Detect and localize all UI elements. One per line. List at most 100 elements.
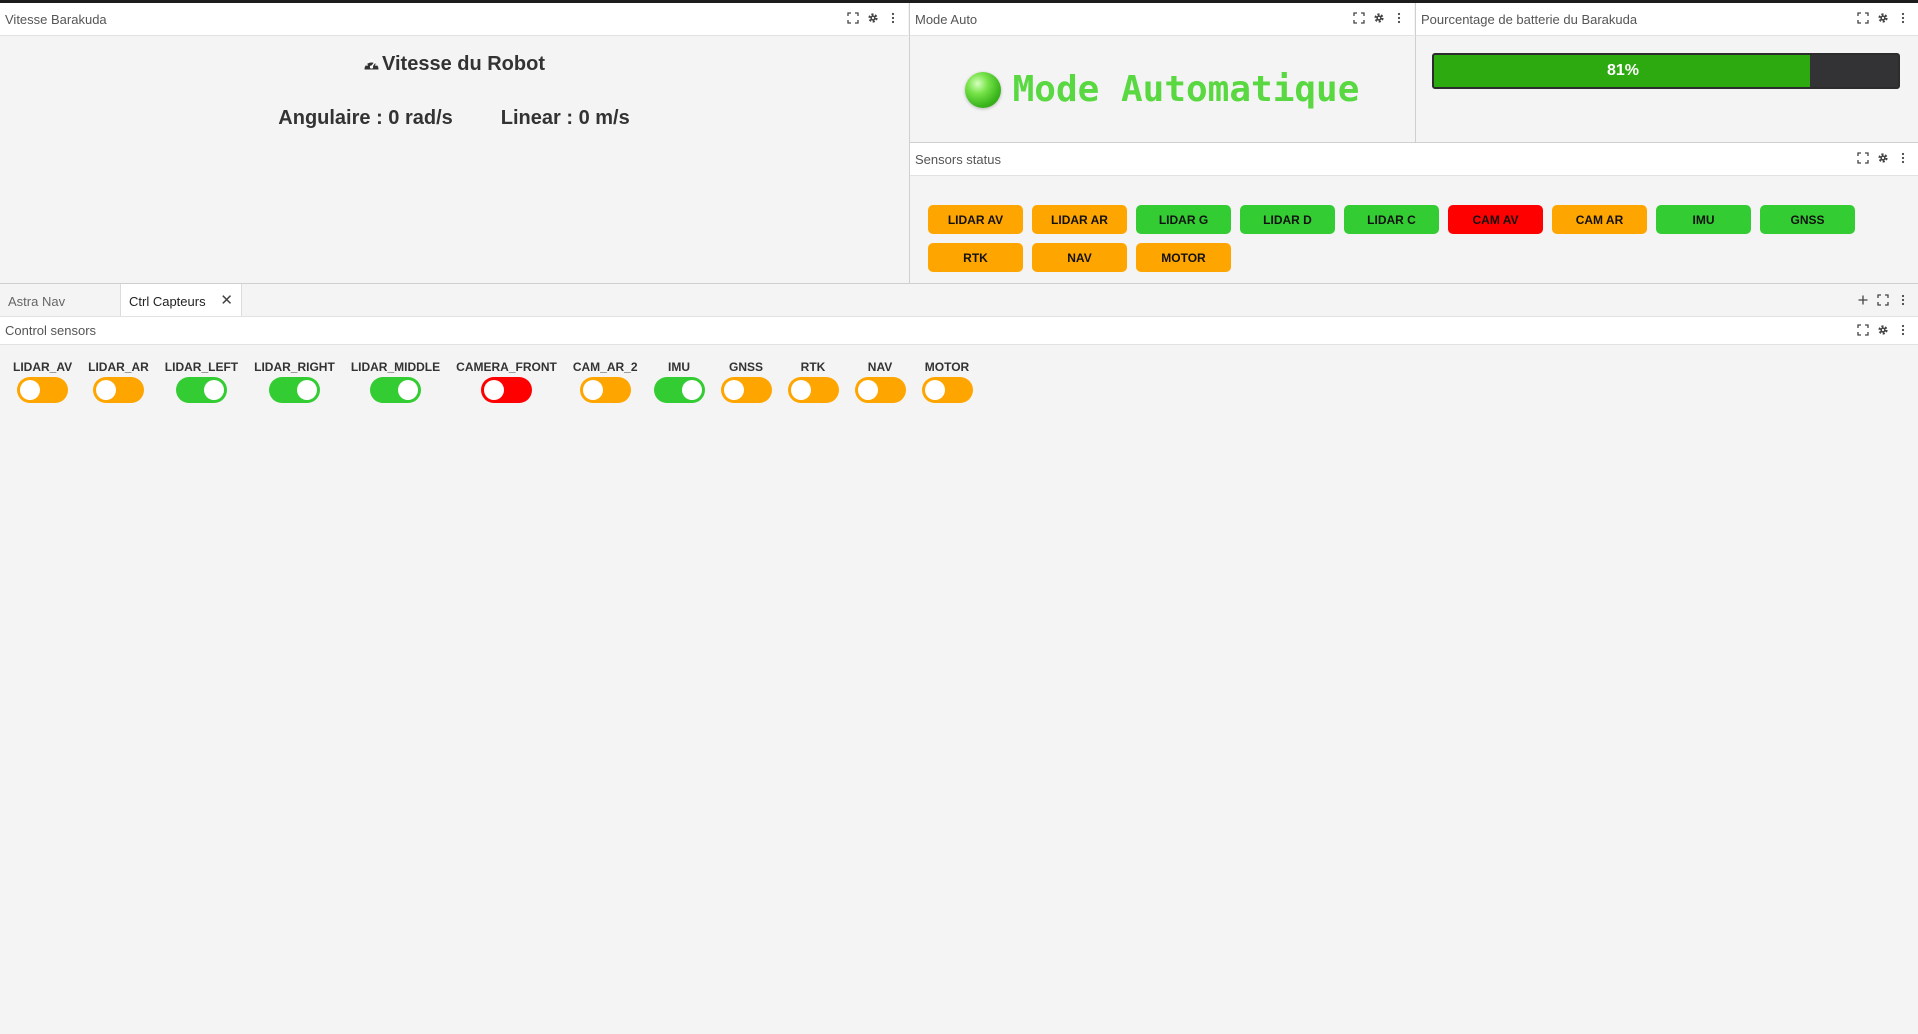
toggle-label: NAV <box>867 360 893 374</box>
fullscreen-icon[interactable] <box>1856 151 1870 165</box>
toggle-switch[interactable] <box>175 377 227 403</box>
toggle-switch[interactable] <box>579 377 631 403</box>
toggle-knob <box>924 380 945 400</box>
toggle-label: IMU <box>668 360 691 374</box>
gear-icon[interactable] <box>1876 151 1890 165</box>
toggle-label: LIDAR_AV <box>13 360 73 374</box>
gear-icon[interactable] <box>1876 11 1890 25</box>
sensor-status-chip: NAV <box>1032 243 1127 272</box>
sensor-toggle: GNSS <box>720 360 772 403</box>
sensor-status-chip: GNSS <box>1760 205 1855 234</box>
toggle-knob <box>296 380 317 400</box>
panel-title: Control sensors <box>5 323 97 338</box>
more-vertical-icon[interactable] <box>1896 293 1910 307</box>
sensor-chip-grid: LIDAR AV LIDAR AR LIDAR G LIDAR D LIDAR C CAM… <box>928 205 1858 272</box>
toggle-label: LIDAR_MIDDLE <box>350 360 441 374</box>
tab-label: Astra Nav <box>8 294 66 309</box>
toggle-knob <box>20 380 41 400</box>
more-vertical-icon[interactable] <box>1896 11 1910 25</box>
toggle-knob <box>681 380 702 400</box>
speed-panel-header: Vitesse Barakuda <box>0 3 908 36</box>
more-vertical-icon[interactable] <box>886 11 900 25</box>
sensor-status-chip: LIDAR AV <box>928 205 1023 234</box>
fullscreen-icon[interactable] <box>846 11 860 25</box>
tab-ctrl-capteurs[interactable]: Ctrl Capteurs ✕ <box>120 284 242 316</box>
toggle-knob <box>857 380 878 400</box>
more-vertical-icon[interactable] <box>1896 151 1910 165</box>
sensor-toggle: IMU <box>653 360 705 403</box>
toggle-knob <box>397 380 418 400</box>
toggle-knob <box>582 380 603 400</box>
control-sensors-header: Control sensors <box>0 317 1918 345</box>
speed-panel: Vitesse Barakuda Vitesse du Robot Angula… <box>0 3 908 283</box>
sensor-toggle: LIDAR_LEFT <box>165 360 238 403</box>
battery-percent: 81% <box>1606 62 1640 79</box>
toggle-knob <box>790 380 811 400</box>
sensors-status-header: Sensors status <box>910 143 1918 176</box>
panel-controls <box>1352 11 1406 25</box>
close-icon[interactable]: ✕ <box>220 293 233 308</box>
toggle-switch[interactable] <box>921 377 973 403</box>
tab-astra-nav[interactable]: Astra Nav <box>0 284 120 316</box>
tab-bar-controls <box>1856 293 1910 307</box>
sensors-status-panel: Sensors status LIDAR AV LIDAR AR LIDAR G LI… <box>910 143 1918 283</box>
speed-heading-text: Vitesse du Robot <box>382 53 545 75</box>
sensor-status-chip: CAM AV <box>1448 205 1543 234</box>
toggle-label: RTK <box>800 360 826 374</box>
sensor-status-chip: LIDAR G <box>1136 205 1231 234</box>
sensor-toggle: LIDAR_RIGHT <box>254 360 335 403</box>
toggle-switch[interactable] <box>92 377 144 403</box>
gear-icon[interactable] <box>866 11 880 25</box>
mode-panel-header: Mode Auto <box>910 3 1414 36</box>
plus-icon[interactable] <box>1856 293 1870 307</box>
toggle-switch[interactable] <box>720 377 772 403</box>
fullscreen-icon[interactable] <box>1856 323 1870 337</box>
battery-panel-header: Pourcentage de batterie du Barakuda <box>1416 3 1918 36</box>
sensor-toggle-row: LIDAR_AV LIDAR_AR LIDAR_LEFT LIDAR_RIGHT LID… <box>13 360 973 403</box>
panel-title: Vitesse Barakuda <box>5 12 107 27</box>
toggle-label: LIDAR_RIGHT <box>254 360 335 374</box>
mode-text: Mode Automatique <box>1012 69 1360 110</box>
toggle-switch[interactable] <box>369 377 421 403</box>
sensor-status-chip: MOTOR <box>1136 243 1231 272</box>
sensor-toggle: LIDAR_MIDDLE <box>351 360 440 403</box>
sensor-status-chip: CAM AR <box>1552 205 1647 234</box>
fullscreen-icon[interactable] <box>1352 11 1366 25</box>
speed-values: Angulaire : 0 rad/s Linear : 0 m/s <box>0 107 908 130</box>
toggle-switch[interactable] <box>854 377 906 403</box>
angular-speed: Angulaire : 0 rad/s <box>278 107 453 129</box>
speed-heading: Vitesse du Robot <box>0 53 908 77</box>
sensor-toggle: MOTOR <box>921 360 973 403</box>
toggle-switch[interactable] <box>480 377 532 403</box>
toggle-switch[interactable] <box>268 377 320 403</box>
toggle-switch[interactable] <box>17 377 69 403</box>
toggle-knob <box>95 380 116 400</box>
toggle-switch[interactable] <box>653 377 705 403</box>
toggle-label: LIDAR_AR <box>88 360 149 374</box>
toggle-label: CAMERA_FRONT <box>456 360 557 374</box>
more-vertical-icon[interactable] <box>1392 11 1406 25</box>
fullscreen-icon[interactable] <box>1856 11 1870 25</box>
sensor-status-chip: LIDAR D <box>1240 205 1335 234</box>
tab-bar: Astra Nav Ctrl Capteurs ✕ <box>0 284 1918 317</box>
toggle-knob <box>203 380 224 400</box>
toggle-switch[interactable] <box>787 377 839 403</box>
sensor-toggle: LIDAR_AV <box>13 360 72 403</box>
more-vertical-icon[interactable] <box>1896 323 1910 337</box>
gauge-icon <box>363 54 380 77</box>
gear-icon[interactable] <box>1876 323 1890 337</box>
toggle-label: MOTOR <box>924 360 970 374</box>
panel-controls <box>1856 151 1910 165</box>
mode-panel: Mode Auto Mode Automatique <box>910 3 1414 142</box>
battery-panel: Pourcentage de batterie du Barakuda 81% <box>1416 3 1918 142</box>
fullscreen-icon[interactable] <box>1876 293 1890 307</box>
mode-indicator: Mode Automatique <box>910 69 1414 110</box>
toggle-label: GNSS <box>729 360 764 374</box>
sensor-status-chip: LIDAR C <box>1344 205 1439 234</box>
status-led-icon <box>964 71 1001 108</box>
gear-icon[interactable] <box>1372 11 1386 25</box>
sensor-status-chip: RTK <box>928 243 1023 272</box>
panel-controls <box>1856 11 1910 25</box>
panel-title: Pourcentage de batterie du Barakuda <box>1421 12 1638 27</box>
panel-title: Sensors status <box>915 152 1001 167</box>
